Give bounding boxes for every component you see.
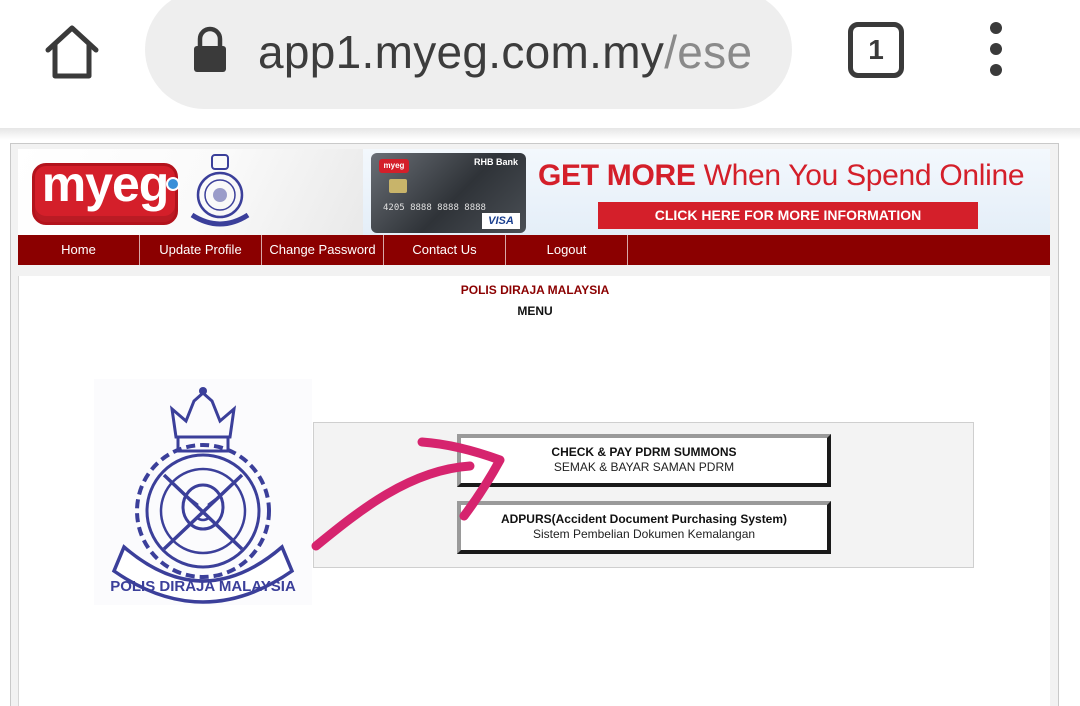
tab-count: 1 (868, 34, 884, 65)
main-content: POLIS DIRAJA MALAYSIA MENU POLIS DIRAJA … (18, 276, 1050, 706)
menu-title: MENU (517, 304, 553, 318)
visa-logo: VISA (482, 213, 520, 229)
tabs-counter-icon[interactable]: 1 (848, 22, 904, 78)
option-subtitle: Sistem Pembelian Dokumen Kemalangan (532, 527, 756, 541)
service-options-panel: CHECK & PAY PDRM SUMMONS SEMAK & BAYAR S… (313, 422, 974, 568)
url-host: app1.myeg.com.my (258, 26, 665, 78)
more-vert-icon[interactable] (982, 22, 1010, 78)
nav-change-password[interactable]: Change Password (262, 235, 384, 265)
logo-dot-icon (166, 177, 180, 191)
lock-icon[interactable] (190, 26, 230, 74)
card-mini-logo: myeg (379, 159, 409, 173)
card-number: 4205 8888 8888 8888 (383, 203, 486, 213)
pdrm-crest-large-icon: POLIS DIRAJA MALAYSIA (94, 379, 312, 605)
url-text[interactable]: app1.myeg.com.my/ese (258, 22, 763, 82)
card-chip-icon (389, 179, 407, 193)
nav-home[interactable]: Home (18, 235, 140, 265)
card-bank: RHB Bank (473, 157, 518, 167)
option-title: ADPURS(Accident Document Purchasing Syst… (500, 512, 788, 526)
url-path: /ese (664, 26, 753, 78)
home-icon[interactable] (40, 20, 104, 84)
pdrm-crest-icon (186, 153, 254, 231)
ad-headline: GET MORE When You Spend Online (538, 159, 1048, 193)
agency-title: POLIS DIRAJA MALAYSIA (460, 283, 610, 297)
myeg-logo-text: myeg (41, 156, 170, 212)
nav-contact-us[interactable]: Contact Us (384, 235, 506, 265)
ad-headline-bold: GET MORE (538, 159, 696, 192)
toolbar-shadow (0, 128, 1080, 140)
site-banner: myeg myeg RHB Bank 4205 8888 8888 8888 V… (18, 149, 1050, 235)
nav-logout[interactable]: Logout (506, 235, 628, 265)
nav-update-profile[interactable]: Update Profile (140, 235, 262, 265)
check-pay-summons-button[interactable]: CHECK & PAY PDRM SUMMONS SEMAK & BAYAR S… (457, 434, 831, 487)
ad-more-info-button[interactable]: CLICK HERE FOR MORE INFORMATION (598, 202, 978, 229)
ad-headline-rest: When You Spend Online (695, 159, 1025, 192)
logo-area: myeg (18, 149, 363, 235)
option-subtitle: SEMAK & BAYAR SAMAN PDRM (553, 460, 735, 474)
browser-toolbar: app1.myeg.com.my/ese 1 (0, 0, 1080, 140)
option-title: CHECK & PAY PDRM SUMMONS (551, 445, 737, 459)
adpurs-button[interactable]: ADPURS(Accident Document Purchasing Syst… (457, 501, 831, 554)
ad-banner[interactable]: myeg RHB Bank 4205 8888 8888 8888 VISA G… (363, 149, 1050, 235)
credit-card-image: myeg RHB Bank 4205 8888 8888 8888 VISA (371, 153, 526, 233)
main-nav: Home Update Profile Change Password Cont… (18, 235, 1050, 265)
crest-banner-text: POLIS DIRAJA MALAYSIA (110, 578, 296, 595)
